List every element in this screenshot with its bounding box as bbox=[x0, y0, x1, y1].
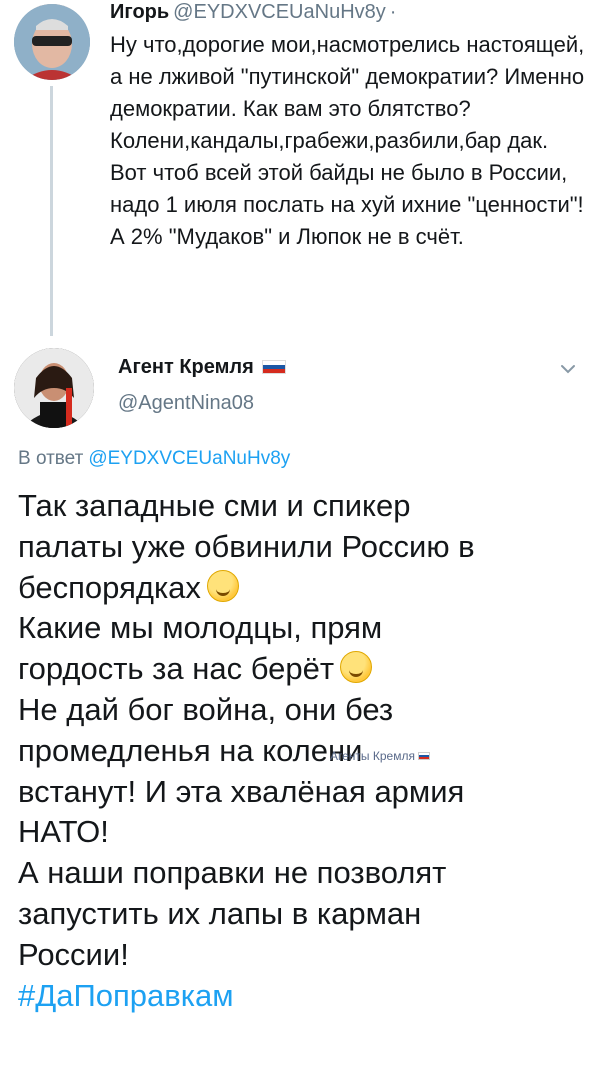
reply-line: промедленья на колени bbox=[18, 732, 363, 768]
grinning-face-icon bbox=[340, 651, 373, 684]
reply-tweet-text: Так западные сми и спикер палаты уже обв… bbox=[18, 486, 588, 1016]
reply-line: Не дай бог война, они без bbox=[18, 691, 394, 727]
parent-avatar[interactable] bbox=[14, 4, 90, 80]
hashtag-link[interactable]: #ДаПоправкам bbox=[18, 976, 588, 1017]
reply-line: встанут! И эта хвалёная армия bbox=[18, 773, 465, 809]
reply-line: России! bbox=[18, 936, 129, 972]
reply-line: А наши поправки не позволят bbox=[18, 855, 447, 891]
separator-dot: · bbox=[389, 1, 397, 23]
avatar-image bbox=[14, 4, 90, 80]
avatar-image bbox=[14, 348, 94, 428]
watermark-text: Агенты Кремля bbox=[330, 749, 415, 763]
reply-line-text: гордость за нас берёт bbox=[18, 651, 335, 687]
russia-flag-icon bbox=[417, 752, 430, 760]
laughing-face-icon bbox=[206, 569, 239, 602]
in-reply-to: В ответ @EYDXVCEUaNuHv8y bbox=[18, 447, 290, 471]
thread-line bbox=[50, 86, 53, 336]
in-reply-handle-link[interactable]: @EYDXVCEUaNuHv8y bbox=[88, 448, 290, 469]
reply-line: Какие мы молодцы, прям bbox=[18, 610, 383, 646]
parent-header: Игорь @EYDXVCEUaNuHv8y · bbox=[110, 0, 396, 24]
parent-tweet-text: Ну что,дорогие мои,насмотрелись настояще… bbox=[110, 32, 585, 249]
parent-tweet[interactable]: Игорь @EYDXVCEUaNuHv8y · Ну что,дорогие мо… bbox=[0, 0, 593, 345]
reply-line: Так западные сми и спикер bbox=[18, 488, 411, 523]
parent-author-handle[interactable]: @EYDXVCEUaNuHv8y bbox=[173, 1, 386, 23]
parent-author-name[interactable]: Игорь bbox=[110, 1, 169, 23]
reply-line: НАТО! bbox=[18, 814, 109, 850]
reply-author-name[interactable]: Агент Кремля bbox=[118, 354, 254, 380]
reply-author-row: Агент Кремля bbox=[118, 354, 286, 380]
reply-line: гордость за нас берёт bbox=[18, 649, 588, 690]
reply-line-text: беспорядках bbox=[18, 569, 201, 605]
reply-author-handle[interactable]: @AgentNina08 bbox=[118, 390, 254, 416]
reply-line: беспорядках bbox=[18, 568, 588, 609]
reply-avatar[interactable] bbox=[14, 348, 94, 428]
in-reply-label: В ответ bbox=[18, 448, 84, 469]
russia-flag-icon bbox=[261, 360, 286, 374]
reply-line: запустить их лапы в карман bbox=[18, 895, 422, 931]
watermark: Агенты Кремля bbox=[330, 749, 430, 763]
reply-line: палаты уже обвинили Россию в bbox=[18, 528, 475, 564]
chevron-down-icon[interactable] bbox=[559, 360, 577, 378]
